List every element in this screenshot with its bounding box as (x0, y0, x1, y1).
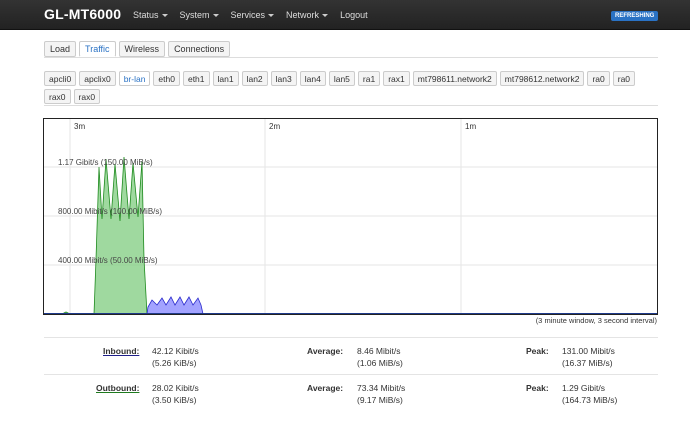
outbound-current-bits: 28.02 Kibit/s (152, 383, 199, 393)
tab-interface-ra0-2[interactable]: ra0 (612, 71, 636, 86)
menu-system-label: System (179, 10, 210, 20)
outbound-average-label: Average: (307, 383, 344, 393)
chevron-down-icon (268, 14, 275, 18)
time-label-2m: 2m (269, 122, 280, 131)
inbound-label: Inbound: (103, 346, 140, 356)
time-label-1m: 1m (465, 122, 476, 131)
tab-interface-rax1[interactable]: rax1 (383, 71, 410, 86)
top-navbar: GL-MT6000 Status System Services Network… (0, 0, 690, 30)
inbound-current: 42.12 Kibit/s (5.26 KiB/s) (152, 345, 199, 369)
traffic-stats: Inbound: 42.12 Kibit/s (5.26 KiB/s) Aver… (44, 337, 658, 414)
menu-logout[interactable]: Logout (340, 10, 368, 20)
tab-interface-ra1[interactable]: ra1 (357, 71, 381, 86)
main-menu: Status System Services Network Logout (133, 10, 380, 20)
main-tabs: Load Traffic Wireless Connections (44, 41, 231, 57)
inbound-row: Inbound: 42.12 Kibit/s (5.26 KiB/s) Aver… (44, 337, 658, 374)
outbound-average: 73.34 Mibit/s (9.17 MiB/s) (357, 382, 405, 406)
traffic-graph-svg: 3m 2m 1m 1.17 Gibit/s (150.00 MiB/s) 800… (44, 119, 657, 314)
outbound-peak: 1.29 Gibit/s (164.73 MiB/s) (562, 382, 617, 406)
menu-system[interactable]: System (180, 10, 219, 20)
tab-interface-eth0[interactable]: eth0 (153, 71, 180, 86)
tab-interface-eth1[interactable]: eth1 (182, 71, 210, 86)
tab-traffic[interactable]: Traffic (79, 41, 116, 57)
chevron-down-icon (212, 14, 219, 18)
inbound-peak-bits: 131.00 Mibit/s (562, 346, 615, 356)
traffic-graph: 3m 2m 1m 1.17 Gibit/s (150.00 MiB/s) 800… (43, 118, 658, 315)
tab-interface-lan5[interactable]: lan5 (328, 71, 355, 86)
outbound-average-bits: 73.34 Mibit/s (357, 383, 406, 393)
inbound-average: 8.46 Mibit/s (1.06 MiB/s) (357, 345, 403, 369)
inbound-peak-bytes: (16.37 MiB/s) (562, 358, 613, 368)
interface-tabs-divider (44, 105, 658, 106)
menu-services-label: Services (230, 10, 266, 20)
tab-connections[interactable]: Connections (168, 41, 231, 57)
inbound-current-bits: 42.12 Kibit/s (152, 346, 199, 356)
inbound-average-bytes: (1.06 MiB/s) (357, 358, 403, 368)
tab-interface-lan1[interactable]: lan1 (212, 71, 239, 86)
brand-title[interactable]: GL-MT6000 (44, 6, 121, 22)
menu-status[interactable]: Status (133, 10, 168, 20)
scale-label-middle: 800.00 Mibit/s (100.00 MiB/s) (58, 207, 162, 216)
tab-interface-lan4[interactable]: lan4 (299, 71, 326, 86)
scale-label-top: 1.17 Gibit/s (150.00 MiB/s) (58, 158, 153, 167)
outbound-peak-bytes: (164.73 MiB/s) (562, 395, 618, 405)
inbound-current-bytes: (5.26 KiB/s) (152, 358, 197, 368)
tab-interface-apcli0[interactable]: apcli0 (44, 71, 77, 86)
tab-interface-mt798612-network2[interactable]: mt798612.network2 (499, 71, 585, 86)
inbound-average-bits: 8.46 Mibit/s (357, 346, 401, 356)
menu-status-label: Status (133, 10, 159, 20)
menu-network-label: Network (286, 10, 320, 20)
tab-load[interactable]: Load (44, 41, 77, 57)
refreshing-badge[interactable]: REFRESHING (611, 11, 659, 21)
tab-interface-ra0[interactable]: ra0 (587, 71, 610, 86)
tab-interface-rax0-2[interactable]: rax0 (73, 89, 101, 104)
menu-services[interactable]: Services (231, 10, 275, 20)
outbound-area (44, 156, 148, 314)
inbound-peak: 131.00 Mibit/s (16.37 MiB/s) (562, 345, 615, 369)
inbound-area (146, 296, 204, 314)
chevron-down-icon (161, 14, 168, 18)
inbound-peak-label: Peak: (526, 346, 549, 356)
tab-wireless[interactable]: Wireless (118, 41, 166, 57)
outbound-current: 28.02 Kibit/s (3.50 KiB/s) (152, 382, 199, 406)
interface-tabs: apcli0 apclix0 br-lan eth0 eth1 lan1 lan… (44, 71, 664, 104)
menu-network[interactable]: Network (286, 10, 329, 20)
tab-interface-mt798611-network2[interactable]: mt798611.network2 (412, 71, 497, 86)
chevron-down-icon (322, 14, 329, 18)
outbound-average-bytes: (9.17 MiB/s) (357, 395, 403, 405)
tab-interface-rax0[interactable]: rax0 (44, 89, 71, 104)
tab-interface-apclix0[interactable]: apclix0 (79, 71, 116, 86)
outbound-row: Outbound: 28.02 Kibit/s (3.50 KiB/s) Ave… (44, 374, 658, 414)
tab-interface-br-lan[interactable]: br-lan (118, 71, 151, 86)
outbound-peak-label: Peak: (526, 383, 549, 393)
graph-window-note: (3 minute window, 3 second interval) (535, 316, 657, 325)
inbound-average-label: Average: (307, 346, 344, 356)
time-label-3m: 3m (74, 122, 85, 131)
outbound-label: Outbound: (96, 383, 140, 393)
tab-interface-lan2[interactable]: lan2 (241, 71, 268, 86)
tab-interface-lan3[interactable]: lan3 (270, 71, 297, 86)
outbound-peak-bits: 1.29 Gibit/s (562, 383, 605, 393)
tabs-divider (44, 57, 658, 58)
scale-label-bottom: 400.00 Mibit/s (50.00 MiB/s) (58, 256, 158, 265)
outbound-current-bytes: (3.50 KiB/s) (152, 395, 197, 405)
